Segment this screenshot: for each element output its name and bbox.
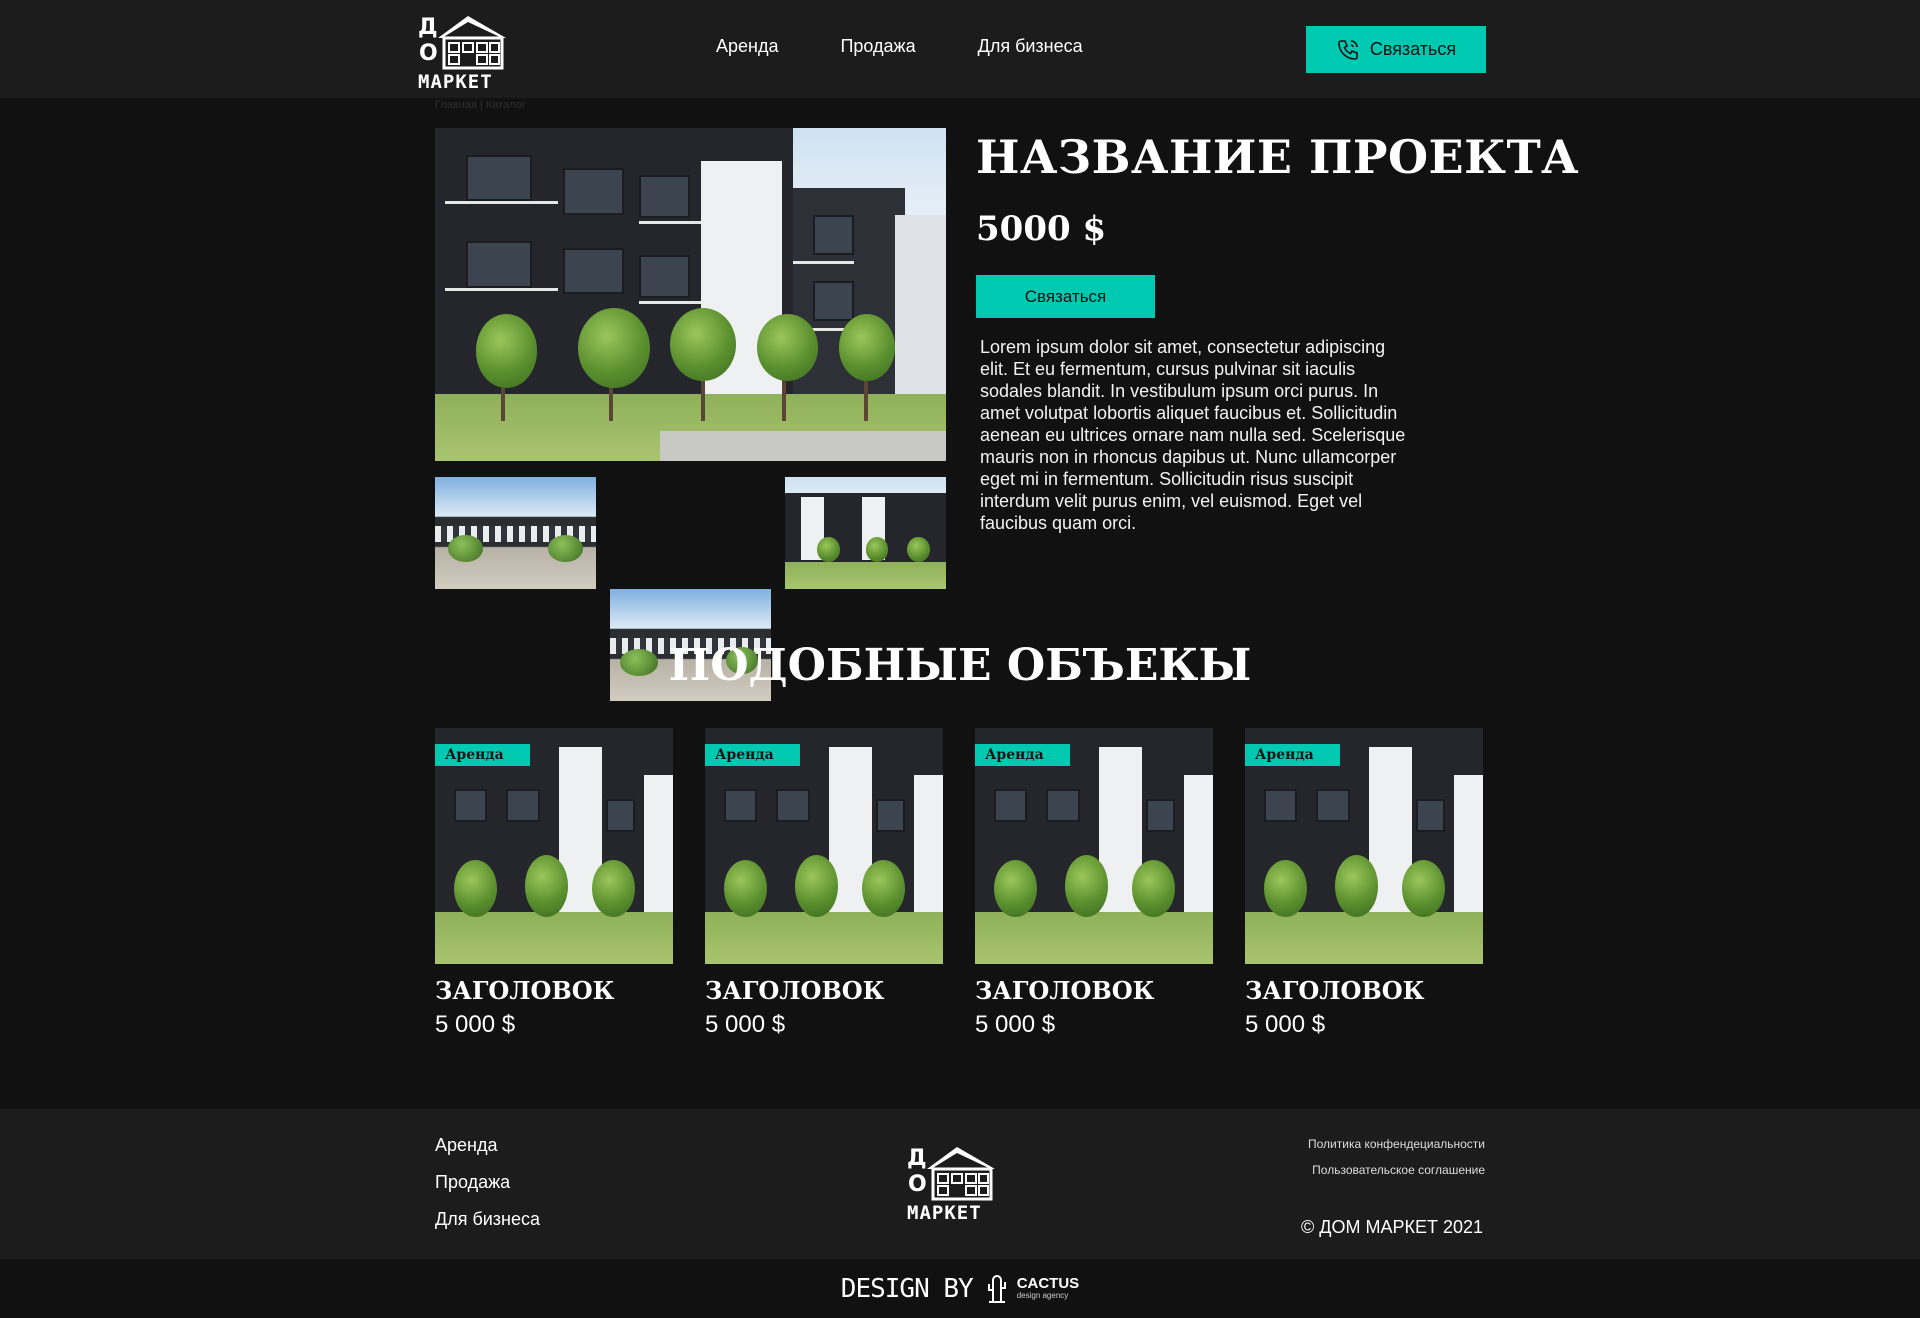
- similar-card[interactable]: Аренда ЗАГОЛОВОК 5 000 $: [975, 728, 1213, 1039]
- footer-nav-business[interactable]: Для бизнеса: [435, 1209, 540, 1230]
- card-title: ЗАГОЛОВОК: [705, 976, 885, 1005]
- cactus-icon: [987, 1274, 1006, 1303]
- copyright: © ДОМ МАРКЕТ 2021: [1301, 1217, 1483, 1237]
- footer-nav-rent[interactable]: Аренда: [435, 1135, 540, 1156]
- contact-button[interactable]: Связаться: [1306, 26, 1486, 73]
- project-title: НАЗВАНИЕ ПРОЕКТА: [976, 130, 1580, 184]
- similar-section-title: ПОДОБНЫЕ ОБЪЕКЫ: [668, 640, 1252, 691]
- contact-button-label: Связаться: [1369, 39, 1457, 59]
- svg-text:МАРКЕТ: МАРКЕТ: [907, 1202, 982, 1221]
- card-badge: Аренда: [435, 744, 530, 766]
- svg-text:О: О: [908, 1172, 927, 1197]
- design-by-text: DESIGN BY: [840, 1273, 974, 1304]
- dom-market-logo[interactable]: Д О МАРКЕТ: [418, 10, 512, 90]
- card-title: ЗАГОЛОВОК: [435, 976, 615, 1005]
- nav-sale[interactable]: Продажа: [840, 36, 915, 57]
- nav-business[interactable]: Для бизнеса: [978, 36, 1083, 57]
- privacy-policy-link[interactable]: Политика конфендециальности: [1308, 1137, 1485, 1151]
- card-price: 5 000 $: [705, 1011, 786, 1038]
- cactus-agency-logo[interactable]: CACTUS design agency: [985, 1272, 1080, 1306]
- footer-nav-sale[interactable]: Продажа: [435, 1172, 540, 1193]
- agency-name: CACTUS: [1016, 1275, 1080, 1292]
- svg-text:МАРКЕТ: МАРКЕТ: [418, 71, 493, 90]
- card-price: 5 000 $: [975, 1011, 1056, 1038]
- phone-icon: [1338, 39, 1358, 60]
- footer-logo[interactable]: Д О МАРКЕТ: [907, 1141, 1001, 1221]
- gallery-thumbnail-3[interactable]: [785, 477, 946, 589]
- project-contact-button[interactable]: Связаться: [976, 275, 1155, 318]
- svg-text:О: О: [419, 41, 438, 66]
- gallery-thumbnail-1[interactable]: [435, 477, 596, 589]
- svg-text:Д: Д: [907, 1146, 927, 1171]
- main-nav: Аренда Продажа Для бизнеса: [716, 36, 1083, 57]
- card-badge: Аренда: [1245, 744, 1340, 766]
- project-price: 5000 $: [976, 209, 1107, 249]
- footer-legal-links: Политика конфендециальности Пользователь…: [1308, 1137, 1485, 1177]
- card-title: ЗАГОЛОВОК: [975, 976, 1155, 1005]
- card-badge: Аренда: [705, 744, 800, 766]
- similar-card[interactable]: Аренда ЗАГОЛОВОК 5 000 $: [1245, 728, 1483, 1039]
- card-title: ЗАГОЛОВОК: [1245, 976, 1425, 1005]
- site-header: Д О МАРКЕТ Аренда Продажа Для бизнеса Св…: [0, 0, 1920, 98]
- breadcrumb[interactable]: Главная | Каталог: [435, 99, 526, 111]
- project-description: Lorem ipsum dolor sit amet, consectetur …: [980, 337, 1406, 533]
- card-badge: Аренда: [975, 744, 1070, 766]
- card-price: 5 000 $: [1245, 1011, 1326, 1038]
- agency-subtitle: design agency: [1016, 1291, 1069, 1300]
- site-footer: Аренда Продажа Для бизнеса Д О МАРКЕТ По…: [0, 1109, 1920, 1259]
- similar-card[interactable]: Аренда ЗАГОЛОВОК 5 000 $: [705, 728, 943, 1039]
- design-credit[interactable]: DESIGN BY CACTUS design agency: [0, 1259, 1920, 1318]
- footer-nav: Аренда Продажа Для бизнеса: [435, 1135, 540, 1230]
- card-price: 5 000 $: [435, 1011, 516, 1038]
- similar-card[interactable]: Аренда ЗАГОЛОВОК 5 000 $: [435, 728, 673, 1039]
- nav-rent[interactable]: Аренда: [716, 36, 778, 57]
- svg-text:Д: Д: [418, 15, 438, 40]
- project-main-photo[interactable]: [435, 128, 946, 461]
- user-agreement-link[interactable]: Пользовательское соглашение: [1308, 1163, 1485, 1177]
